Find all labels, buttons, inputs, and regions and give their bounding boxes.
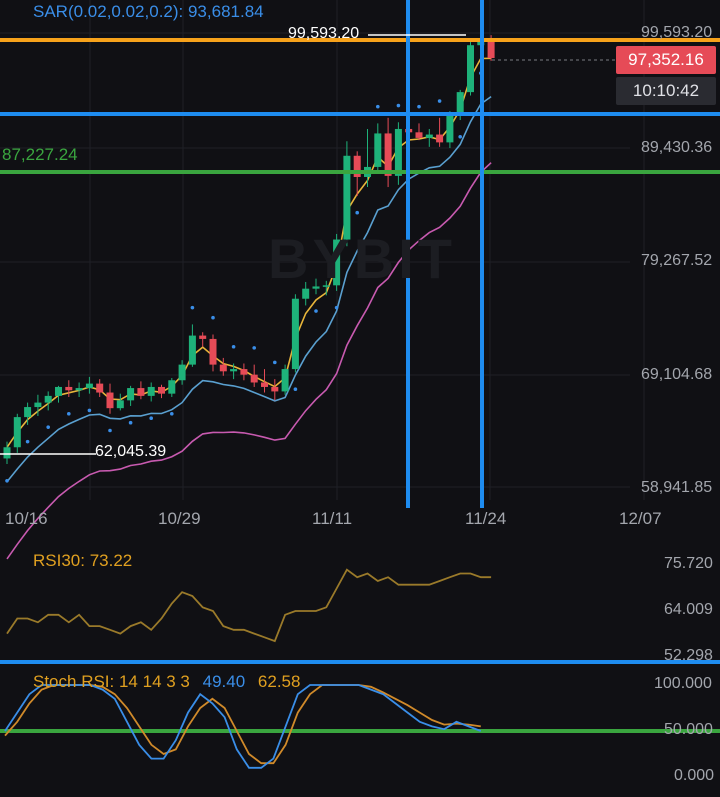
sar-dot <box>231 344 236 349</box>
rsi-axis-label: 75.720 <box>664 555 713 572</box>
candle-body <box>250 374 258 383</box>
candle-body <box>436 134 444 143</box>
candle-body <box>415 132 423 138</box>
stoch-k-value: 49.40 <box>202 672 246 691</box>
candle-body <box>230 369 238 372</box>
sar-dot <box>458 134 463 139</box>
candle-body <box>394 128 402 176</box>
candle-body <box>116 400 124 409</box>
green-level-label: 87,227.24 <box>2 145 78 164</box>
candle-body <box>168 380 176 394</box>
sar-dot <box>396 103 401 108</box>
time-axis-label: 11/24 <box>465 509 507 528</box>
candle-body <box>137 388 145 396</box>
sar-dot <box>376 104 380 109</box>
sar-dot <box>355 210 360 215</box>
candle-body <box>199 335 207 339</box>
stoch-axis-label: 0.000 <box>674 767 715 784</box>
sar-dot <box>67 411 71 416</box>
candle-body <box>188 335 196 365</box>
sar-dot <box>334 305 339 310</box>
sar-dot <box>314 309 318 313</box>
stoch-d-value: 62.58 <box>257 672 301 691</box>
sar-dot <box>293 387 298 391</box>
time-axis-label: 10/29 <box>158 509 201 528</box>
candle-body <box>384 133 392 176</box>
candle-body <box>219 364 227 372</box>
rsi-axis-label: 64.009 <box>664 601 713 618</box>
high-price-marker: 99,593.20 <box>288 25 360 42</box>
sar-dot <box>25 439 30 444</box>
candle-body <box>281 369 289 392</box>
low-price-marker: 62,045.39 <box>95 443 167 460</box>
ema-line <box>6 162 492 560</box>
price-axis-label: 89,430.36 <box>641 139 713 156</box>
rsi-axis-label: 52.298 <box>664 647 713 664</box>
stoch-rsi-panel <box>4 684 482 769</box>
candle-body <box>178 364 186 381</box>
candle-body <box>158 386 165 394</box>
candle-body <box>55 386 62 396</box>
sar-dot <box>46 425 50 429</box>
candle-body <box>44 395 52 403</box>
sar-dot <box>87 408 92 413</box>
price-axis-label: 69,104.68 <box>641 366 713 383</box>
stoch-axis-label: 50.000 <box>664 721 713 738</box>
candle-body <box>425 134 433 138</box>
candle-body <box>34 402 42 408</box>
stoch-d-line <box>4 684 481 765</box>
candle-body <box>127 388 135 401</box>
sar-indicator-label[interactable]: SAR(0.02,0.02,0.2): 93,681.84 <box>33 2 264 22</box>
sar-dot <box>417 104 421 109</box>
rsi-indicator-label[interactable]: RSI30: 73.22 <box>33 551 132 571</box>
sar-dot <box>190 305 195 310</box>
sar-dot <box>252 346 256 350</box>
stoch-rsi-indicator-label[interactable]: Stoch RSI: 14 14 3 3 49.40 62.58 <box>33 672 300 692</box>
candle-countdown: 10:10:42 <box>616 77 716 105</box>
sar-dot <box>437 99 442 103</box>
candle-body <box>13 417 21 448</box>
candle-body <box>209 338 217 365</box>
candle-body <box>261 382 268 387</box>
sar-dot <box>273 360 277 365</box>
price-axis-label: 79,267.52 <box>641 252 713 269</box>
exchange-watermark: BYBIT <box>268 227 456 290</box>
sar-dot <box>170 411 174 416</box>
sar-dot <box>128 420 133 425</box>
candle-body <box>147 386 155 396</box>
current-price-tag: 97,352.16 <box>616 46 716 74</box>
price-axis-label: 58,941.85 <box>641 479 713 496</box>
candle-body <box>240 369 248 375</box>
drawn-lines[interactable] <box>0 0 720 733</box>
time-axis-label: 12/07 <box>619 509 662 528</box>
sar-dot <box>5 478 9 483</box>
candle-body <box>106 392 114 409</box>
candle-body <box>487 39 495 59</box>
candle-body <box>65 386 73 391</box>
stoch-rsi-params: Stoch RSI: 14 14 3 3 <box>33 672 190 691</box>
candle-body <box>456 92 464 115</box>
candle-body <box>291 298 299 370</box>
sar-dot <box>108 428 112 433</box>
time-axis-label: 10/16 <box>5 509 48 528</box>
price-axis-label: 99,593.20 <box>641 24 713 41</box>
stoch-axis-label: 100.000 <box>654 675 712 692</box>
time-axis-label: 11/11 <box>312 509 353 528</box>
candle-body <box>446 114 454 143</box>
candle-body <box>467 45 474 93</box>
candle-body <box>96 383 104 393</box>
sar-dot <box>149 416 153 421</box>
rsi-line <box>6 568 492 643</box>
candle-body <box>374 133 382 167</box>
rsi-panel <box>6 568 492 643</box>
candle-body <box>271 386 279 392</box>
sar-dot <box>211 315 215 320</box>
candle-body <box>75 388 83 391</box>
candle-body <box>3 447 11 459</box>
candle-body <box>24 407 32 418</box>
stoch-k-line <box>4 684 482 769</box>
candle-body <box>85 383 93 389</box>
